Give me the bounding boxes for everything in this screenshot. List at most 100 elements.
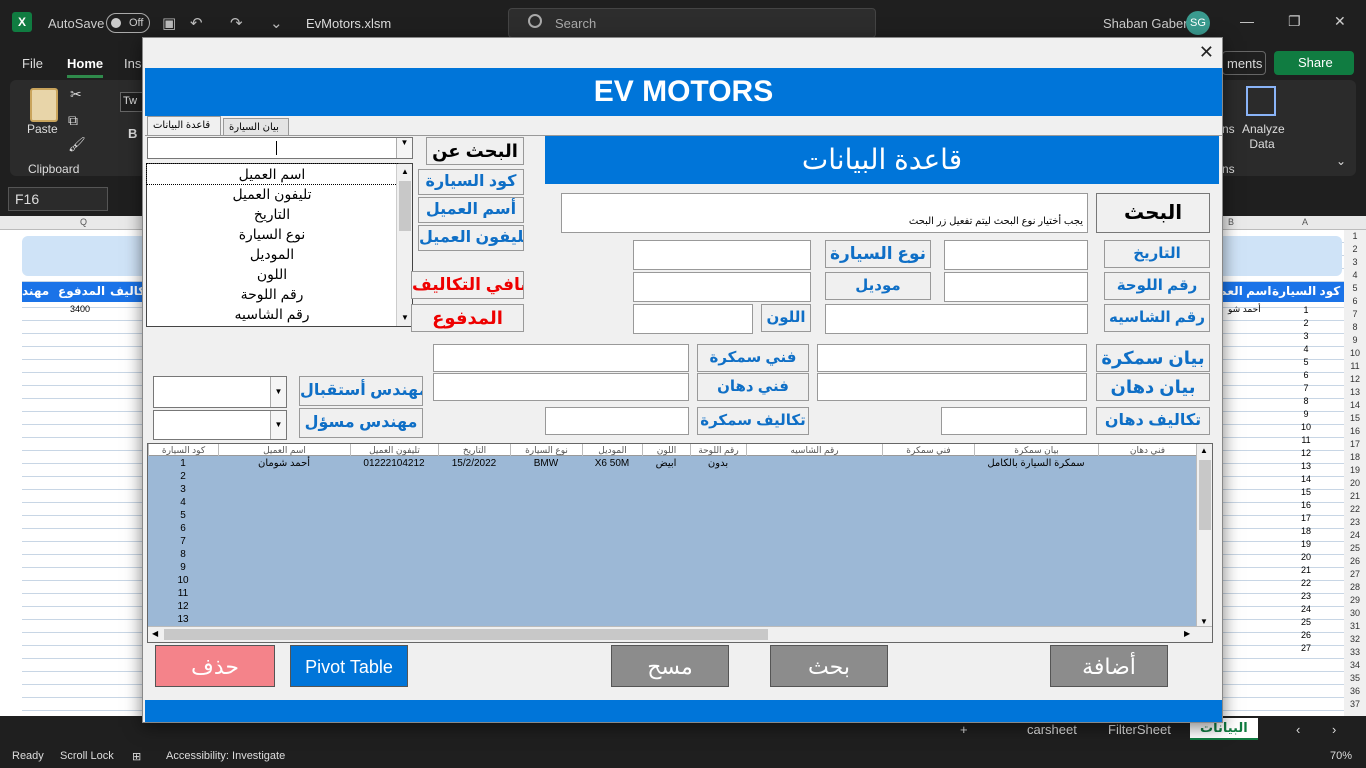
search-box[interactable]: Search — [508, 8, 876, 38]
avatar[interactable]: SG — [1186, 11, 1210, 35]
list-horizontal-scrollbar[interactable]: ◀ ▶ — [148, 626, 1212, 642]
scroll-right-icon[interactable]: ▶ — [1184, 629, 1190, 638]
table-row[interactable]: 9 — [148, 561, 1196, 574]
row-number[interactable]: 1 — [1344, 230, 1366, 243]
sheet-tab-carsheet[interactable]: carsheet — [1027, 722, 1077, 737]
sheet-code-cell[interactable]: 27 — [1270, 642, 1342, 655]
sheet-code-cell[interactable]: 21 — [1270, 564, 1342, 577]
row-number[interactable]: 28 — [1344, 581, 1366, 594]
chevron-down-icon[interactable]: ▼ — [396, 138, 412, 158]
sheet-code-cell[interactable]: 12 — [1270, 447, 1342, 460]
model-field[interactable] — [633, 272, 811, 302]
analyze-data-icon[interactable] — [1246, 86, 1276, 116]
copy-icon[interactable]: ⧉ — [68, 112, 78, 129]
row-number[interactable]: 12 — [1344, 373, 1366, 386]
paint-desc-field[interactable] — [817, 373, 1087, 401]
color-field[interactable] — [633, 304, 753, 334]
row-number[interactable]: 30 — [1344, 607, 1366, 620]
share-button[interactable]: Share — [1274, 51, 1354, 75]
row-number[interactable]: 18 — [1344, 451, 1366, 464]
tab-file[interactable]: File — [22, 56, 43, 71]
resp-eng-combo[interactable]: ▼ — [153, 410, 287, 440]
sheet-code-cell[interactable]: 17 — [1270, 512, 1342, 525]
tab-database[interactable]: قاعدة البيانات — [147, 116, 221, 136]
tab-car-info[interactable]: بيان السيارة — [223, 118, 289, 136]
table-row[interactable]: 7 — [148, 535, 1196, 548]
body-tech-field[interactable] — [433, 344, 689, 372]
row-number[interactable]: 2 — [1344, 243, 1366, 256]
row-number[interactable]: 33 — [1344, 646, 1366, 659]
bold-button[interactable]: B — [128, 126, 137, 141]
undo-icon[interactable]: ↶ — [190, 14, 203, 32]
row-number[interactable]: 9 — [1344, 334, 1366, 347]
row-number[interactable]: 23 — [1344, 516, 1366, 529]
table-row[interactable]: 11 — [148, 587, 1196, 600]
records-listbox[interactable]: كود السيارة اسم العميل تليفون العميل التاري… — [147, 443, 1213, 643]
table-row[interactable]: 3 — [148, 483, 1196, 496]
row-number[interactable]: 24 — [1344, 529, 1366, 542]
sheet-code-cell[interactable]: 6 — [1270, 369, 1342, 382]
column-q[interactable]: Q — [80, 217, 87, 227]
reception-eng-combo[interactable]: ▼ — [153, 376, 287, 408]
list-vertical-scrollbar[interactable]: ▲ ▼ — [1196, 444, 1212, 628]
row-number[interactable]: 15 — [1344, 412, 1366, 425]
sheet-code-cell[interactable]: 1 — [1270, 304, 1342, 317]
row-number[interactable]: 4 — [1344, 269, 1366, 282]
dropdown-scrollbar[interactable]: ▲ ▼ — [396, 164, 412, 326]
body-desc-field[interactable] — [817, 344, 1087, 372]
tab-home[interactable]: Home — [67, 56, 104, 78]
row-number[interactable]: 27 — [1344, 568, 1366, 581]
table-row[interactable]: 1 أحمد شومان 01222104212 15/2/2022 BMW X… — [148, 457, 1196, 470]
dropdown-item[interactable]: تليفون العميل — [147, 184, 397, 204]
collapse-ribbon-icon[interactable]: ⌄ — [1336, 154, 1346, 168]
font-name-box[interactable]: Tw — [120, 92, 144, 112]
option-client-name[interactable]: أسم العميل — [418, 197, 524, 223]
customize-icon[interactable]: ⌄ — [270, 14, 283, 32]
table-row[interactable]: 5 — [148, 509, 1196, 522]
row-number[interactable]: 19 — [1344, 464, 1366, 477]
sheet-code-cell[interactable]: 24 — [1270, 603, 1342, 616]
zoom-level[interactable]: 70% — [1330, 750, 1352, 762]
sheet-code-cell[interactable]: 26 — [1270, 629, 1342, 642]
sheet-code-cell[interactable]: 13 — [1270, 460, 1342, 473]
sheet-code-cell[interactable]: 7 — [1270, 382, 1342, 395]
autosave-toggle[interactable]: Off — [106, 13, 150, 33]
sheet-code-cell[interactable]: 3 — [1270, 330, 1342, 343]
dropdown-item[interactable]: اللون — [147, 264, 397, 284]
paste-icon[interactable] — [30, 88, 58, 122]
dropdown-item[interactable]: رقم اللوحة — [147, 284, 397, 304]
name-box[interactable]: F16 — [8, 187, 108, 211]
table-row[interactable]: 13 — [148, 613, 1196, 626]
row-number[interactable]: 22 — [1344, 503, 1366, 516]
scroll-left-icon[interactable]: ◀ — [152, 629, 158, 638]
pivot-table-button[interactable]: Pivot Table — [290, 645, 408, 687]
table-row[interactable]: 4 — [148, 496, 1196, 509]
redo-icon[interactable]: ↷ — [230, 14, 243, 32]
row-number[interactable]: 6 — [1344, 295, 1366, 308]
scroll-right-icon[interactable]: › — [1332, 722, 1336, 737]
dropdown-item[interactable]: اسم العميل — [146, 163, 398, 185]
sheet-code-cell[interactable]: 5 — [1270, 356, 1342, 369]
sheet-code-cell[interactable]: 22 — [1270, 577, 1342, 590]
row-number[interactable]: 17 — [1344, 438, 1366, 451]
scroll-thumb[interactable] — [1199, 460, 1211, 530]
chevron-down-icon[interactable]: ▼ — [270, 377, 286, 407]
sheet-code-cell[interactable]: 9 — [1270, 408, 1342, 421]
sheet-tab-filtersheet[interactable]: FilterSheet — [1108, 722, 1171, 737]
sheet-code-cell[interactable]: 10 — [1270, 421, 1342, 434]
dropdown-item[interactable]: التاريخ — [147, 204, 397, 224]
plate-field[interactable] — [944, 272, 1088, 302]
comments-button[interactable]: ments — [1222, 51, 1266, 75]
table-row[interactable]: 2 — [148, 470, 1196, 483]
table-row[interactable]: 6 — [148, 522, 1196, 535]
close-icon[interactable]: ✕ — [1334, 13, 1346, 30]
search-by-dropdown[interactable]: اسم العميل تليفون العميل التاريخ نوع السيار… — [146, 163, 413, 327]
clear-button[interactable]: مسح — [611, 645, 729, 687]
column-a[interactable]: A — [1302, 217, 1308, 227]
sheet-code-cell[interactable]: 8 — [1270, 395, 1342, 408]
row-number[interactable]: 29 — [1344, 594, 1366, 607]
name-cell[interactable]: أحمد شو — [1228, 304, 1261, 315]
macro-icon[interactable]: ⊞ — [132, 750, 141, 763]
row-number[interactable]: 37 — [1344, 698, 1366, 711]
sheet-code-cell[interactable]: 11 — [1270, 434, 1342, 447]
